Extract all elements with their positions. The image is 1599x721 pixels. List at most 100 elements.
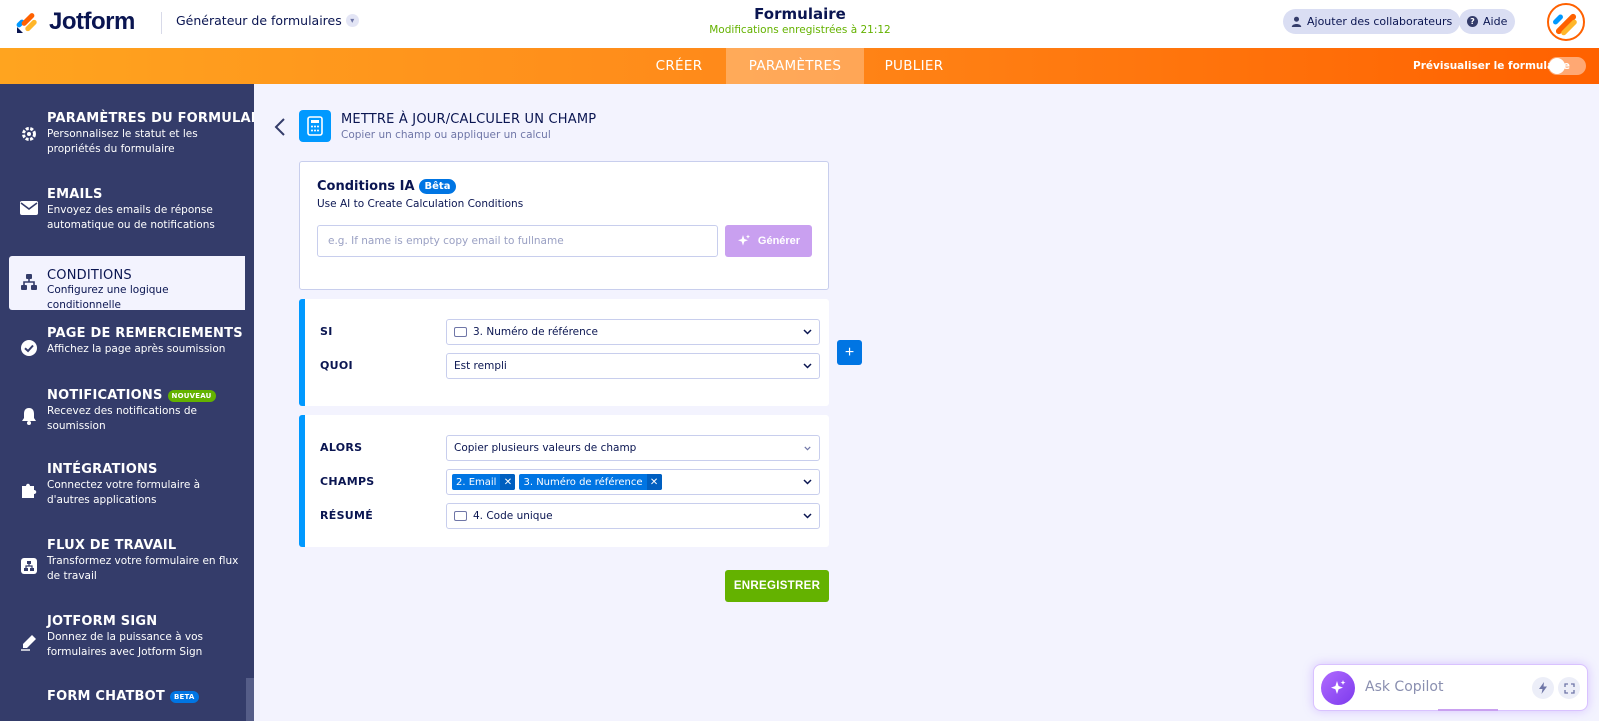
sidebar-item-form-settings[interactable]: PARAMÈTRES DU FORMULAI... Personnalisez … (9, 106, 254, 166)
chevron-down-icon (802, 443, 812, 453)
copilot-focus-line (1438, 709, 1498, 711)
help-label: Aide (1483, 15, 1508, 28)
page-subtitle: Copier un champ ou appliquer un calcul (341, 129, 551, 141)
fields-multiselect[interactable]: 2. Email ✕ 3. Numéro de référence ✕ (446, 469, 820, 495)
sidebar-item-title: FORM CHATBOT BETA (47, 689, 199, 704)
sidebar-item-jotform-sign[interactable]: JOTFORM SIGN Donnez de la puissance à vo… (9, 614, 245, 674)
field-tag-reference: 3. Numéro de référence ✕ (519, 474, 662, 490)
top-bar: Jotform Générateur de formulaires ▾ Form… (0, 0, 1599, 48)
sidebar-item-emails[interactable]: EMAILS Envoyez des emails de réponse aut… (9, 182, 245, 242)
sidebar-item-desc: Recevez des notifications de soumission (47, 405, 197, 432)
new-badge: NOUVEAU (167, 389, 216, 402)
jotform-logo[interactable]: Jotform (15, 8, 135, 36)
what-operator-select[interactable]: Est rempli (446, 353, 820, 379)
sidebar-item-title-text: NOTIFICATIONS (47, 388, 163, 403)
sidebar-item-thank-you-page[interactable]: PAGE DE REMERCIEMENTS Affichez la page a… (9, 326, 245, 370)
sidebar-item-workflow[interactable]: FLUX DE TRAVAIL Transformez votre formul… (9, 538, 245, 598)
summary-field-select[interactable]: 4. Code unique (446, 503, 820, 529)
copilot-sparkle-icon (1321, 671, 1355, 705)
condition-then-card: ALORS Copier plusieurs valeurs de champ … (299, 415, 829, 547)
bell-icon (19, 406, 39, 426)
tab-publier[interactable]: PUBLIER (874, 48, 954, 84)
builder-switcher[interactable]: Générateur de formulaires ▾ (176, 13, 359, 28)
chevron-down-icon (802, 361, 812, 371)
page-title: METTRE À JOUR/CALCULER UN CHAMP (341, 112, 597, 127)
ai-conditions-title-text: Conditions IA (317, 179, 415, 194)
field-tag-email: 2. Email ✕ (452, 474, 516, 490)
sidebar-item-conditions[interactable]: CONDITIONS Configurez une logique condit… (9, 256, 245, 311)
remove-tag-icon[interactable]: ✕ (646, 474, 662, 490)
sidebar-item-integrations[interactable]: INTÉGRATIONS Connectez votre formulaire … (9, 462, 245, 522)
sidebar-item-form-chatbot[interactable]: FORM CHATBOT BETA (9, 689, 245, 721)
gear-icon (19, 124, 39, 144)
builder-name-label: Générateur de formulaires (176, 13, 342, 28)
condition-if-card: SI 3. Numéro de référence QUOI Est rempl… (299, 299, 829, 406)
if-label: SI (320, 325, 333, 338)
help-button[interactable]: ? Aide (1459, 9, 1516, 34)
sidebar-item-desc: Connectez votre formulaire à d'autres ap… (47, 479, 201, 506)
save-status: Modifications enregistrées à 21:12 (709, 24, 891, 36)
calculator-icon (299, 110, 331, 142)
sidebar-item-desc: Transformez votre formulaire en flux de … (47, 555, 239, 582)
add-collaborators-button[interactable]: Ajouter des collaborateurs (1283, 9, 1461, 34)
sidebar-item-notifications[interactable]: NOTIFICATIONS NOUVEAU Recevez des notific… (9, 388, 245, 448)
sparkle-icon (737, 234, 750, 246)
header-divider (161, 12, 162, 34)
chevron-down-icon: ▾ (345, 14, 359, 27)
back-button[interactable] (272, 116, 288, 138)
workflow-icon (19, 556, 39, 576)
generate-label: Générer (757, 235, 801, 247)
expand-icon[interactable] (1558, 677, 1580, 699)
summary-field-value: 4. Code unique (473, 510, 553, 522)
sidebar-item-title-text: FORM CHATBOT (47, 689, 165, 704)
avatar[interactable] (1547, 3, 1585, 41)
preview-form-label: Prévisualiser le formulaire (1413, 60, 1570, 72)
help-icon: ? (1467, 16, 1478, 27)
field-tag-label: 3. Numéro de référence (523, 476, 643, 488)
copilot-widget[interactable]: Ask Copilot (1313, 664, 1588, 711)
chevron-left-icon (274, 118, 285, 136)
sidebar-item-title: EMAILS (47, 187, 103, 202)
ai-conditions-subtitle: Use AI to Create Calculation Conditions (317, 198, 524, 210)
sidebar-item-title: JOTFORM SIGN (47, 614, 158, 629)
then-action-select[interactable]: Copier plusieurs valeurs de champ (446, 435, 820, 461)
if-field-select[interactable]: 3. Numéro de référence (446, 319, 820, 345)
save-button[interactable]: ENREGISTRER (725, 570, 829, 602)
ai-prompt-input[interactable] (317, 225, 718, 257)
add-collaborators-label: Ajouter des collaborateurs (1307, 15, 1453, 28)
what-operator-value: Est rempli (454, 360, 507, 372)
remove-tag-icon[interactable]: ✕ (500, 474, 516, 490)
tab-parametres[interactable]: PARAMÈTRES (726, 48, 864, 84)
field-tag-label: 2. Email (456, 476, 497, 488)
settings-sidebar: PARAMÈTRES DU FORMULAI... Personnalisez … (0, 84, 254, 721)
fields-label: CHAMPS (320, 475, 375, 488)
user-icon (1291, 16, 1302, 27)
sidebar-item-title: CONDITIONS (47, 268, 132, 283)
check-circle-icon (19, 338, 39, 358)
chevron-down-icon (802, 477, 812, 487)
sidebar-item-desc: Envoyez des emails de réponse automatiqu… (47, 204, 215, 231)
conditions-icon (19, 272, 39, 292)
sidebar-item-title: NOTIFICATIONS NOUVEAU (47, 388, 216, 403)
jotform-logo-icon (15, 9, 41, 35)
sidebar-scrollbar[interactable] (246, 678, 254, 721)
fields-tags: 2. Email ✕ 3. Numéro de référence ✕ (452, 474, 802, 490)
then-label: ALORS (320, 441, 363, 454)
envelope-icon (19, 198, 39, 218)
lightning-icon[interactable] (1532, 677, 1554, 699)
preview-toggle[interactable] (1548, 57, 1586, 75)
beta-badge: Bêta (418, 179, 457, 194)
what-label: QUOI (320, 359, 353, 372)
then-action-value: Copier plusieurs valeurs de champ (454, 442, 637, 454)
generate-button[interactable]: Générer (725, 225, 812, 257)
tab-creer[interactable]: CRÉER (641, 48, 717, 84)
add-condition-button[interactable]: + (837, 340, 862, 365)
copilot-input[interactable]: Ask Copilot (1365, 679, 1444, 695)
chevron-down-icon (802, 327, 812, 337)
if-field-value: 3. Numéro de référence (473, 326, 599, 338)
field-type-icon (454, 511, 467, 521)
pen-icon (19, 632, 39, 652)
field-type-icon (454, 327, 467, 337)
form-title[interactable]: Formulaire (600, 5, 1000, 23)
ai-conditions-card: Conditions IA Bêta Use AI to Create Calcu… (299, 161, 829, 290)
